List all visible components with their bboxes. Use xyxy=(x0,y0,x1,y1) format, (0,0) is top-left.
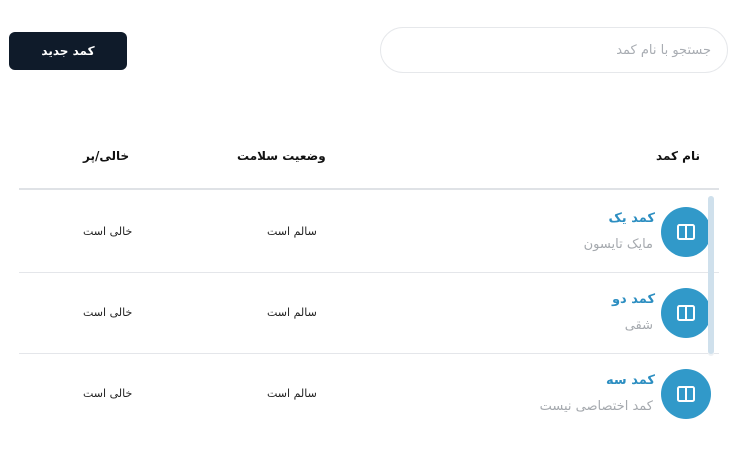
column-header-status[interactable]: خالی/پر xyxy=(83,149,129,163)
locker-name[interactable]: کمد دو xyxy=(612,292,655,307)
column-header-health[interactable]: وضعیت سلامت xyxy=(237,149,326,163)
table-scrollbar[interactable] xyxy=(708,196,714,356)
locker-owner: مایک تایسون xyxy=(583,237,653,252)
new-locker-button[interactable]: کمد جدید xyxy=(9,32,127,70)
search-input[interactable] xyxy=(380,27,728,73)
scrollbar-thumb[interactable] xyxy=(708,196,714,354)
column-header-name[interactable]: نام کمد xyxy=(656,149,700,163)
health-status: سالم است xyxy=(267,387,317,400)
lockers-page: کمد جدید نام کمد وضعیت سلامت خالی/پر کمد… xyxy=(0,0,738,458)
fill-status: خالی است xyxy=(83,387,133,400)
table-row[interactable]: کمد دو شقی سالم است خالی است xyxy=(19,273,719,354)
table-row[interactable]: کمد یک مایک تایسون سالم است خالی است xyxy=(19,192,719,273)
locker-owner: شقی xyxy=(624,318,653,333)
locker-icon xyxy=(661,207,711,257)
health-status: سالم است xyxy=(267,306,317,319)
locker-icon xyxy=(661,288,711,338)
locker-name[interactable]: کمد یک xyxy=(608,211,655,226)
table-header: نام کمد وضعیت سلامت خالی/پر xyxy=(19,140,719,190)
health-status: سالم است xyxy=(267,225,317,238)
fill-status: خالی است xyxy=(83,306,133,319)
fill-status: خالی است xyxy=(83,225,133,238)
table-row[interactable]: کمد سه کمد اختصاصی نیست سالم است خالی اس… xyxy=(19,354,719,435)
locker-owner: کمد اختصاصی نیست xyxy=(539,399,653,414)
locker-icon xyxy=(661,369,711,419)
locker-name[interactable]: کمد سه xyxy=(606,373,655,388)
